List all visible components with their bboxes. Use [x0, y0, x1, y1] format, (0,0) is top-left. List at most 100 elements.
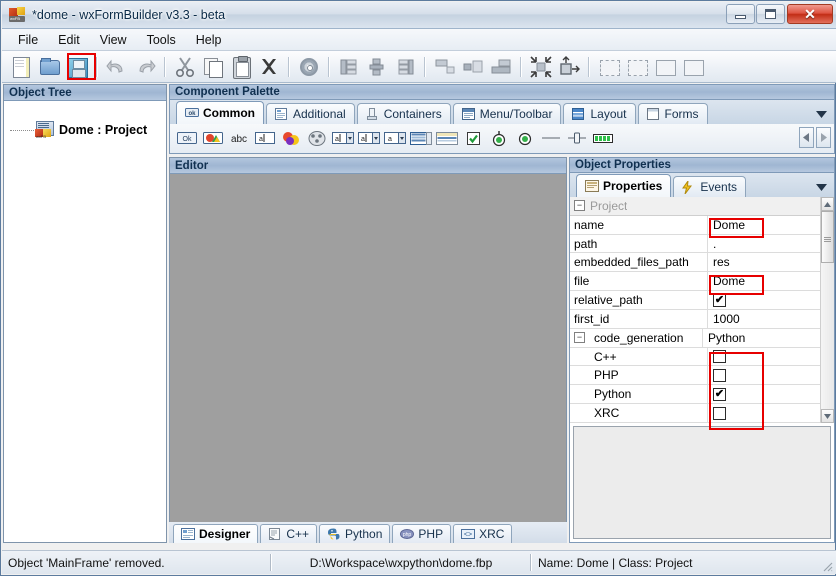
- resize-grip-icon[interactable]: [821, 560, 833, 572]
- border-left-button[interactable]: [596, 54, 622, 80]
- property-row-name[interactable]: name Dome: [570, 215, 820, 235]
- border-bottom-button[interactable]: [680, 54, 706, 80]
- menu-item-edit[interactable]: Edit: [48, 30, 90, 50]
- designer-canvas[interactable]: [170, 174, 566, 542]
- palette-wxbitmapbutton[interactable]: [200, 127, 226, 151]
- tab-containers[interactable]: Containers: [356, 103, 451, 124]
- palette-wxslider[interactable]: [564, 127, 590, 151]
- property-row-python[interactable]: Python ✔: [570, 385, 820, 405]
- properties-overflow-button[interactable]: [814, 180, 828, 194]
- property-value-code-generation[interactable]: Python: [703, 329, 820, 347]
- tab-additional[interactable]: Additional: [266, 103, 355, 124]
- tab-php[interactable]: php PHP: [392, 524, 452, 543]
- checkbox-php[interactable]: [713, 368, 726, 382]
- property-value-name[interactable]: Dome: [708, 216, 820, 234]
- tab-python[interactable]: Python: [319, 524, 391, 543]
- close-button[interactable]: ✕: [787, 4, 833, 24]
- minimize-button[interactable]: [726, 4, 755, 24]
- properties-scrollbar[interactable]: [820, 197, 834, 423]
- palette-scroll-left-button[interactable]: [799, 127, 814, 148]
- property-row-xrc[interactable]: XRC: [570, 404, 820, 423]
- property-value-path[interactable]: .: [708, 235, 820, 253]
- property-value-cpp[interactable]: [708, 348, 820, 366]
- menu-item-file[interactable]: File: [8, 30, 48, 50]
- cut-button[interactable]: [172, 54, 198, 80]
- property-row-cpp[interactable]: C++: [570, 347, 820, 367]
- property-value-python[interactable]: ✔: [708, 385, 820, 403]
- property-category-project[interactable]: − Project: [570, 197, 820, 216]
- align-top-button[interactable]: [432, 54, 458, 80]
- property-row-path[interactable]: path .: [570, 234, 820, 254]
- tab-menu-toolbar[interactable]: Menu/Toolbar: [452, 103, 562, 124]
- scrollbar-thumb[interactable]: [821, 211, 834, 263]
- align-bottom-button[interactable]: [488, 54, 514, 80]
- border-right-button[interactable]: [624, 54, 650, 80]
- palette-wxlistbox[interactable]: [408, 127, 434, 151]
- property-value-file[interactable]: Dome: [708, 272, 820, 290]
- property-value-relative-path[interactable]: ✔: [708, 291, 820, 309]
- palette-wxanimationctrl[interactable]: [304, 127, 330, 151]
- menu-item-tools[interactable]: Tools: [137, 30, 186, 50]
- palette-wxlistctrl[interactable]: [434, 127, 460, 151]
- tab-designer[interactable]: Designer: [173, 524, 259, 543]
- tree-item-project[interactable]: wxFB Dome : Project: [10, 121, 147, 139]
- palette-wxcombobox[interactable]: a: [330, 127, 356, 151]
- align-middle-button[interactable]: [460, 54, 486, 80]
- palette-wxstaticline[interactable]: [538, 127, 564, 151]
- copy-button[interactable]: [200, 54, 226, 80]
- collapse-icon[interactable]: −: [574, 200, 585, 212]
- property-row-relative-path[interactable]: relative_path ✔: [570, 291, 820, 310]
- property-row-first-id[interactable]: first_id 1000: [570, 309, 820, 329]
- undo-button[interactable]: [104, 54, 130, 80]
- tab-events[interactable]: Events: [673, 176, 747, 197]
- scroll-down-button[interactable]: [821, 409, 834, 423]
- redo-button[interactable]: [132, 54, 158, 80]
- align-center-button[interactable]: [364, 54, 390, 80]
- collapse-icon[interactable]: −: [574, 332, 585, 344]
- checkbox-cpp[interactable]: [713, 350, 726, 364]
- tab-cpp[interactable]: C++: [260, 524, 318, 543]
- property-value-embedded-files-path[interactable]: res: [708, 253, 820, 271]
- maximize-button[interactable]: [756, 4, 785, 24]
- scrollbar-track[interactable]: [821, 263, 834, 409]
- delete-button[interactable]: [256, 54, 282, 80]
- menu-item-view[interactable]: View: [90, 30, 137, 50]
- tab-layout[interactable]: Layout: [563, 103, 636, 124]
- expand-button[interactable]: [528, 54, 554, 80]
- stretch-button[interactable]: [556, 54, 582, 80]
- generate-code-button[interactable]: [296, 54, 322, 80]
- tab-properties[interactable]: Properties: [576, 174, 672, 197]
- property-value-xrc[interactable]: [708, 404, 820, 422]
- palette-wxbutton[interactable]: Ok: [174, 127, 200, 151]
- property-row-code-generation[interactable]: − code_generation Python: [570, 328, 820, 348]
- tab-common[interactable]: ok Common: [176, 101, 264, 124]
- object-tree-body[interactable]: wxFB Dome : Project: [4, 101, 166, 542]
- open-button[interactable]: [36, 54, 62, 80]
- tab-forms[interactable]: Forms: [637, 103, 708, 124]
- align-right-button[interactable]: [392, 54, 418, 80]
- palette-scroll-right-button[interactable]: [816, 127, 831, 148]
- menu-item-help[interactable]: Help: [186, 30, 232, 50]
- property-row-php[interactable]: PHP: [570, 366, 820, 386]
- tab-xrc[interactable]: <> XRC: [453, 524, 513, 543]
- save-button[interactable]: [64, 54, 90, 80]
- palette-wxstatictext[interactable]: abc: [226, 127, 252, 151]
- align-left-button[interactable]: [336, 54, 362, 80]
- new-button[interactable]: [8, 54, 34, 80]
- palette-wxradiobutton[interactable]: [486, 127, 512, 151]
- palette-wxstaticbitmap[interactable]: [278, 127, 304, 151]
- property-row-embedded-files-path[interactable]: embedded_files_path res: [570, 253, 820, 273]
- property-row-file[interactable]: file Dome: [570, 272, 820, 292]
- property-value-first-id[interactable]: 1000: [708, 310, 820, 328]
- palette-wxgauge[interactable]: [590, 127, 616, 151]
- property-value-php[interactable]: [708, 366, 820, 384]
- checkbox-relative-path[interactable]: ✔: [713, 293, 726, 307]
- border-top-button[interactable]: [652, 54, 678, 80]
- palette-wxchoice[interactable]: a: [356, 127, 382, 151]
- checkbox-python[interactable]: ✔: [713, 387, 726, 401]
- palette-overflow-button[interactable]: [814, 107, 828, 121]
- paste-button[interactable]: [228, 54, 254, 80]
- palette-wxtextctrl[interactable]: a: [252, 127, 278, 151]
- palette-wxcheckbox[interactable]: [460, 127, 486, 151]
- palette-wxbitmapcombobox[interactable]: a: [382, 127, 408, 151]
